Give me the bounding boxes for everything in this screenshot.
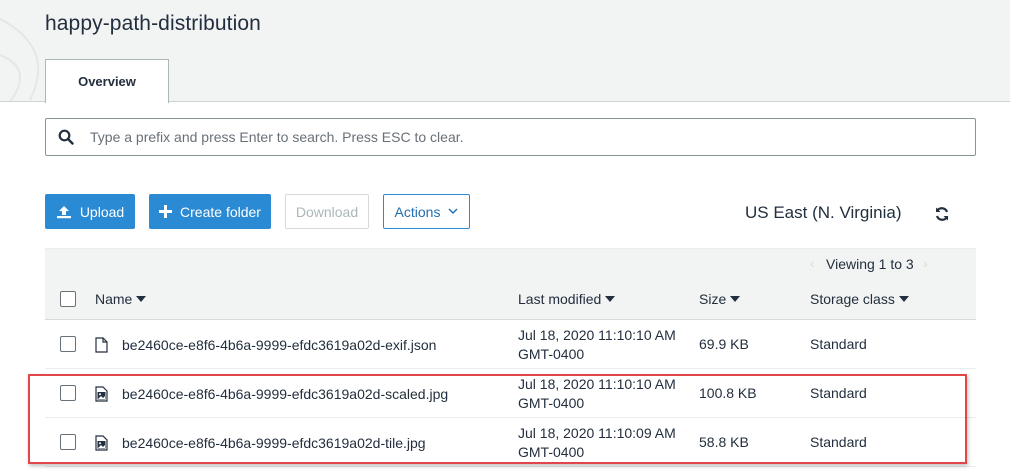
file-icon: [95, 336, 109, 353]
row-checkbox[interactable]: [60, 385, 76, 401]
column-header-storage-class[interactable]: Storage class: [810, 291, 909, 307]
download-label: Download: [295, 203, 359, 220]
modified-timezone: GMT-0400: [518, 444, 585, 460]
object-name[interactable]: be2460ce-e8f6-4b6a-9999-efdc3619a02d-sca…: [95, 385, 448, 402]
download-button[interactable]: Download: [285, 194, 369, 229]
chevron-down-icon: [448, 208, 458, 215]
modified-date: Jul 18, 2020 11:10:10 AM: [518, 327, 676, 343]
modified-timezone: GMT-0400: [518, 395, 585, 411]
region-label: US East (N. Virginia): [745, 203, 902, 222]
sort-caret-icon: [730, 296, 741, 302]
actions-dropdown[interactable]: Actions: [383, 194, 470, 229]
object-name[interactable]: be2460ce-e8f6-4b6a-9999-efdc3619a02d-til…: [95, 434, 426, 451]
upload-label: Upload: [79, 203, 125, 220]
tab-overview[interactable]: Overview: [45, 59, 169, 103]
table-header: Name Last modified Size Storage class: [45, 278, 976, 320]
actions-label: Actions: [394, 203, 441, 220]
row-checkbox[interactable]: [60, 336, 76, 352]
storage-class: Standard: [810, 434, 867, 450]
column-header-name[interactable]: Name: [95, 291, 147, 307]
plus-icon: [159, 205, 173, 218]
refresh-icon[interactable]: [934, 206, 952, 224]
viewing-count: Viewing 1 to 3: [826, 256, 914, 272]
storage-class: Standard: [810, 336, 867, 352]
select-all-checkbox[interactable]: [60, 291, 76, 307]
create-folder-label: Create folder: [180, 203, 261, 220]
sort-caret-icon: [898, 296, 909, 302]
object-name-label: be2460ce-e8f6-4b6a-9999-efdc3619a02d-til…: [122, 434, 426, 451]
column-name-label: Name: [95, 291, 133, 307]
object-name-label: be2460ce-e8f6-4b6a-9999-efdc3619a02d-sca…: [122, 385, 449, 402]
column-header-last-modified[interactable]: Last modified: [518, 291, 616, 307]
last-modified: Jul 18, 2020 11:10:10 AM GMT-0400: [518, 326, 676, 364]
object-name[interactable]: be2460ce-e8f6-4b6a-9999-efdc3619a02d-exi…: [95, 336, 436, 353]
prev-page-icon[interactable]: ‹: [810, 255, 815, 271]
upload-icon: [56, 205, 72, 219]
modified-timezone: GMT-0400: [518, 346, 585, 362]
object-size: 69.9 KB: [699, 336, 749, 352]
column-storage-class-label: Storage class: [810, 291, 895, 307]
page-title: happy-path-distribution: [45, 12, 261, 35]
object-size: 58.8 KB: [699, 434, 749, 450]
table-row[interactable]: be2460ce-e8f6-4b6a-9999-efdc3619a02d-sca…: [45, 369, 976, 418]
search-icon: [58, 128, 76, 146]
sort-caret-icon: [136, 296, 147, 302]
last-modified: Jul 18, 2020 11:10:09 AM GMT-0400: [518, 424, 676, 462]
image-icon: [95, 385, 109, 402]
image-icon: [95, 434, 109, 451]
create-folder-button[interactable]: Create folder: [149, 194, 271, 229]
search-box: [45, 118, 976, 156]
object-size: 100.8 KB: [699, 385, 757, 401]
pagination-bar: ‹ Viewing 1 to 3 ›: [45, 248, 976, 278]
modified-date: Jul 18, 2020 11:10:10 AM: [518, 376, 676, 392]
modified-date: Jul 18, 2020 11:10:09 AM: [518, 425, 676, 441]
search-input[interactable]: [90, 129, 950, 145]
row-checkbox[interactable]: [60, 434, 76, 450]
next-page-icon[interactable]: ›: [923, 255, 928, 271]
table-row[interactable]: be2460ce-e8f6-4b6a-9999-efdc3619a02d-til…: [45, 418, 976, 467]
column-last-modified-label: Last modified: [518, 291, 602, 307]
storage-class: Standard: [810, 385, 867, 401]
sort-caret-icon: [605, 296, 616, 302]
table-row[interactable]: be2460ce-e8f6-4b6a-9999-efdc3619a02d-exi…: [45, 320, 976, 369]
column-size-label: Size: [699, 291, 727, 307]
object-name-label: be2460ce-e8f6-4b6a-9999-efdc3619a02d-exi…: [122, 336, 437, 353]
last-modified: Jul 18, 2020 11:10:10 AM GMT-0400: [518, 375, 676, 413]
upload-button[interactable]: Upload: [45, 194, 135, 229]
column-header-size[interactable]: Size: [699, 291, 741, 307]
objects-table: ‹ Viewing 1 to 3 › Name Last modified Si…: [45, 248, 976, 467]
